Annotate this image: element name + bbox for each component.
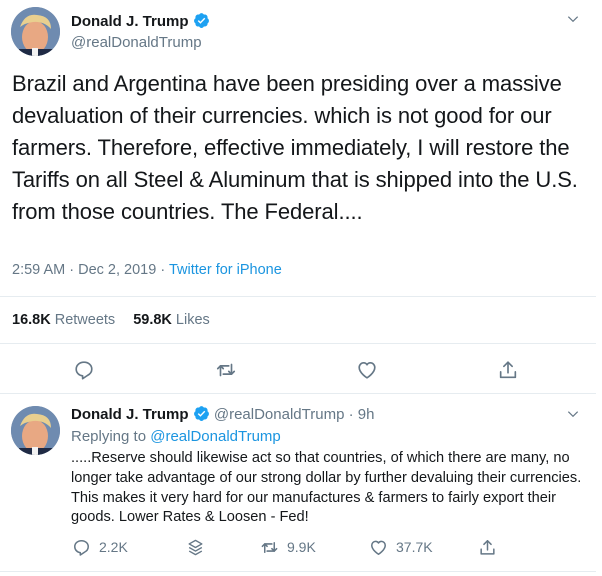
tweet-meta: 2:59 AM · Dec 2, 2019 · Twitter for iPho… [12,262,282,278]
layers-icon [188,539,203,555]
reply-text: .....Reserve should likewise act so that… [71,450,582,526]
divider [0,343,596,344]
likes-label: Likes [175,312,210,328]
meta-separator: · [160,262,166,278]
divider [0,571,596,572]
retweet-count: 9.9K [287,539,316,555]
divider [0,296,596,297]
meta-separator: · [69,262,75,278]
avatar-image [11,406,60,455]
header-separator: · [348,406,354,423]
share-action[interactable] [478,537,497,557]
retweet-icon [261,541,278,553]
likes-stat[interactable]: 59.8K Likes [133,312,210,328]
reply-header: Donald J. Trump @realDonaldTrump · 9h [71,405,374,423]
reply-age[interactable]: 9h [358,406,375,423]
reply-count: 2.2K [99,539,128,555]
tweet-source-link[interactable]: Twitter for iPhone [169,262,282,278]
reply-icon[interactable] [73,359,95,381]
reply-author-avatar[interactable] [11,406,60,455]
likes-count: 59.8K [133,312,172,328]
replying-prefix: Replying to [71,428,147,445]
like-icon [371,540,386,555]
reply-icon [74,539,89,556]
retweets-label: Retweets [54,312,116,328]
chevron-down-icon[interactable] [566,12,580,26]
retweets-stat[interactable]: 16.8K Retweets [12,312,115,328]
author-name[interactable]: Donald J. Trump [71,13,189,30]
like-icon[interactable] [356,359,378,381]
retweets-count: 16.8K [12,312,51,328]
tweet-time[interactable]: 2:59 AM [12,262,65,278]
retweet-icon[interactable] [215,359,237,381]
avatar-image [11,7,60,56]
tweet-date[interactable]: Dec 2, 2019 [78,262,156,278]
author-avatar[interactable] [11,7,60,56]
share-icon[interactable] [497,359,519,381]
replying-to: Replying to @realDonaldTrump [71,428,281,445]
reply-action[interactable]: 2.2K [72,537,128,557]
reply-author-handle[interactable]: @realDonaldTrump [214,406,345,423]
thread-action[interactable] [186,537,205,557]
share-icon [480,539,495,555]
verified-badge-icon [193,12,210,29]
like-action[interactable]: 37.7K [369,537,433,557]
author-handle[interactable]: @realDonaldTrump [71,34,202,51]
reply-author-name[interactable]: Donald J. Trump [71,406,189,423]
replying-mention-link[interactable]: @realDonaldTrump [150,428,281,445]
divider [0,393,596,394]
verified-badge-icon [193,405,210,422]
retweet-action[interactable]: 9.9K [260,537,316,557]
author-name-row[interactable]: Donald J. Trump [71,12,210,31]
like-count: 37.7K [396,539,433,555]
tweet-stats: 16.8K Retweets 59.8K Likes [12,312,210,328]
tweet-text: Brazil and Argentina have been presiding… [12,71,578,224]
chevron-down-icon[interactable] [566,407,580,421]
